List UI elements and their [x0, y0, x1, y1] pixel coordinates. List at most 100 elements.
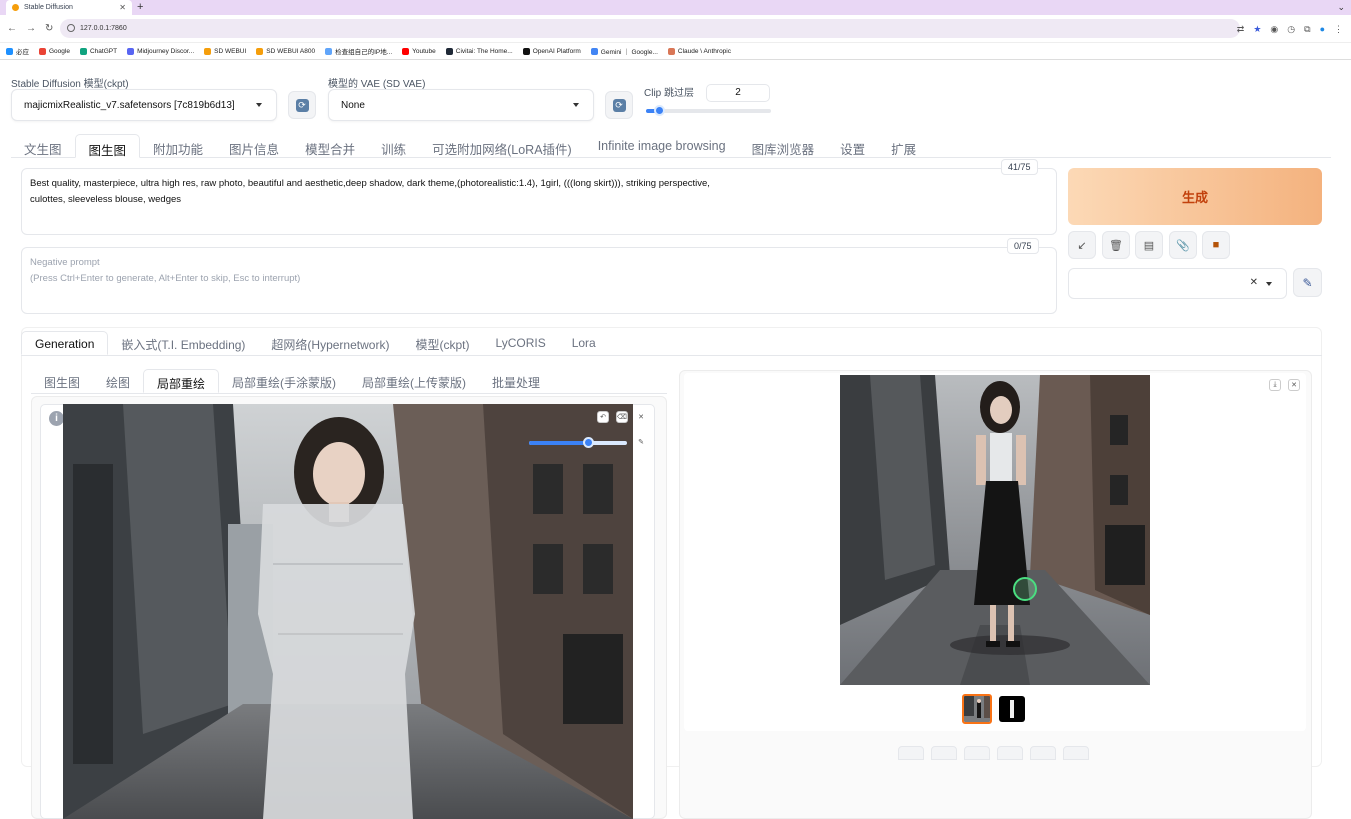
- bookmark[interactable]: SD WEBUI A800: [256, 47, 315, 55]
- tab-lycoris[interactable]: LyCORIS: [482, 331, 558, 355]
- load-style-button[interactable]: ▤: [1135, 231, 1163, 259]
- tab-textual-inversion[interactable]: 嵌入式(T.I. Embedding): [108, 331, 258, 355]
- bookmark[interactable]: Civitai: The Home...: [445, 47, 513, 55]
- tab-checkpoint-merger[interactable]: 模型合并: [292, 134, 368, 158]
- generate-button[interactable]: 生成: [1068, 168, 1322, 225]
- address-bar-row: ← → ↻ 127.0.0.1:7860 ⇄ ★ ◉ ◷ ⧉ ● ⋮: [0, 15, 1351, 43]
- bookmark-icon: [39, 47, 46, 55]
- puzzle-icon[interactable]: ⧉: [1304, 24, 1310, 35]
- info-icon[interactable]: i: [49, 411, 64, 426]
- refresh-ckpt-button[interactable]: ⟳: [288, 91, 316, 119]
- bookmark[interactable]: Google: [39, 47, 70, 55]
- url-field[interactable]: 127.0.0.1:7860: [60, 19, 1240, 38]
- tab-inpaint-sketch[interactable]: 局部重绘(手涂蒙版): [219, 369, 349, 393]
- menu-icon[interactable]: ⋮: [1334, 24, 1343, 35]
- img2img-tabs: 图生图 绘图 局部重绘 局部重绘(手涂蒙版) 局部重绘(上传蒙版) 批量处理: [31, 369, 667, 394]
- ckpt-dropdown[interactable]: majicmixRealistic_v7.safetensors [7c819b…: [11, 89, 277, 121]
- gallery-thumbnail-mask[interactable]: [999, 696, 1025, 722]
- download-icon[interactable]: ⤓: [1269, 379, 1281, 391]
- tab-extensions[interactable]: 扩展: [878, 134, 929, 158]
- bookmark[interactable]: 检查组自己的IP地...: [325, 46, 392, 56]
- bookmark[interactable]: ChatGPT: [79, 47, 117, 55]
- tab-settings[interactable]: 设置: [827, 134, 878, 158]
- bookmark[interactable]: SD WEBUI: [204, 47, 246, 55]
- clear-icon[interactable]: ✕: [1250, 277, 1258, 288]
- bookmark[interactable]: OpenAI Platform: [522, 47, 581, 55]
- tab-checkpoints[interactable]: 模型(ckpt): [402, 331, 482, 355]
- tab-additional-networks[interactable]: 可选附加网络(LoRA插件): [419, 134, 585, 158]
- negative-prompt-textarea[interactable]: Negative prompt (Press Ctrl+Enter to gen…: [21, 247, 1057, 314]
- read-params-button[interactable]: ↙: [1068, 231, 1096, 259]
- clip-slider-track[interactable]: [646, 109, 771, 113]
- save-style-button[interactable]: ■: [1202, 231, 1230, 259]
- clip-number-input[interactable]: 2: [706, 84, 770, 102]
- styles-dropdown[interactable]: ✕: [1068, 268, 1287, 299]
- edit-style-button[interactable]: ✎: [1293, 268, 1322, 297]
- send-to-img2img-button[interactable]: [997, 746, 1023, 760]
- tab-generation[interactable]: Generation: [21, 331, 109, 355]
- tab-txt2img[interactable]: 文生图: [11, 134, 75, 158]
- prompt-line-1: Best quality, masterpiece, ultra high re…: [30, 178, 710, 189]
- clip-slider-handle[interactable]: [653, 105, 665, 116]
- profile-icon[interactable]: ●: [1320, 24, 1325, 35]
- bookmark-icon: [325, 47, 333, 55]
- output-image[interactable]: [840, 375, 1150, 685]
- ckpt-label: Stable Diffusion 模型(ckpt): [11, 79, 129, 90]
- ckpt-value: majicmixRealistic_v7.safetensors [7c819b…: [24, 99, 235, 111]
- chevron-down-icon: [573, 103, 579, 107]
- translate-icon[interactable]: ⇄: [1237, 24, 1245, 35]
- browser-tab[interactable]: Stable Diffusion ✕: [6, 0, 132, 15]
- inpaint-source-image[interactable]: [63, 404, 633, 819]
- tab-extras[interactable]: 附加功能: [140, 134, 216, 158]
- prompt-token-counter: 41/75: [1001, 159, 1038, 175]
- extension-icon[interactable]: ◉: [1270, 24, 1278, 35]
- bookmark[interactable]: Midjourney Discor...: [127, 47, 194, 55]
- tab-inpaint[interactable]: 局部重绘: [143, 369, 220, 393]
- forward-icon[interactable]: →: [26, 23, 36, 34]
- tab-sketch[interactable]: 绘图: [93, 369, 143, 393]
- new-tab-icon[interactable]: +: [137, 1, 143, 13]
- save-button[interactable]: [931, 746, 957, 760]
- tab-img2img-sub[interactable]: 图生图: [31, 369, 93, 393]
- tab-image-browser[interactable]: 图库浏览器: [739, 134, 828, 158]
- undo-icon[interactable]: ↶: [597, 411, 609, 423]
- bookmarks-bar: 必应 Google ChatGPT Midjourney Discor... S…: [0, 43, 1351, 60]
- gallery-thumbnail-selected[interactable]: [962, 694, 992, 724]
- eraser-icon[interactable]: ⌫: [616, 411, 628, 423]
- refresh-vae-button[interactable]: ⟳: [605, 91, 633, 119]
- close-tab-icon[interactable]: ✕: [119, 3, 126, 12]
- bookmark[interactable]: Claude \ Anthropic: [667, 47, 731, 55]
- brush-icon[interactable]: ✎: [635, 436, 647, 448]
- tab-lora[interactable]: Lora: [559, 331, 609, 355]
- history-icon[interactable]: ◷: [1287, 24, 1295, 35]
- brush-size-handle[interactable]: [582, 437, 594, 448]
- close-icon[interactable]: ✕: [1288, 379, 1300, 391]
- send-to-extras-button[interactable]: [1063, 746, 1089, 760]
- tab-hypernetwork[interactable]: 超网络(Hypernetwork): [258, 331, 402, 355]
- vae-dropdown[interactable]: None: [328, 89, 594, 121]
- tab-png-info[interactable]: 图片信息: [216, 134, 292, 158]
- zip-button[interactable]: [964, 746, 990, 760]
- tab-infinite-image-browsing[interactable]: Infinite image browsing: [585, 134, 739, 158]
- bookmark[interactable]: 必应: [6, 46, 29, 56]
- folder-button[interactable]: [898, 746, 924, 760]
- inpaint-canvas[interactable]: [63, 404, 633, 819]
- site-info-icon[interactable]: [67, 24, 75, 32]
- back-icon[interactable]: ←: [7, 23, 17, 34]
- tab-inpaint-upload[interactable]: 局部重绘(上传蒙版): [349, 369, 479, 393]
- tab-search-icon[interactable]: ⌄: [1337, 2, 1345, 13]
- bookmark-icon: [445, 47, 453, 55]
- tab-img2img[interactable]: 图生图: [74, 134, 141, 158]
- tab-train[interactable]: 训练: [368, 134, 419, 158]
- bookmark[interactable]: Youtube: [402, 47, 436, 55]
- close-icon[interactable]: ✕: [635, 411, 647, 423]
- paperclip-icon: 📎: [1176, 239, 1190, 252]
- attach-button[interactable]: 📎: [1169, 231, 1197, 259]
- send-to-inpaint-button[interactable]: [1030, 746, 1056, 760]
- star-icon[interactable]: ★: [1253, 24, 1261, 35]
- clear-prompt-button[interactable]: 🗑: [1102, 231, 1130, 259]
- reload-icon[interactable]: ↻: [45, 23, 53, 34]
- prompt-textarea[interactable]: Best quality, masterpiece, ultra high re…: [21, 168, 1057, 235]
- bookmark[interactable]: Gemini ｜ Google...: [590, 46, 658, 56]
- tab-batch[interactable]: 批量处理: [479, 369, 553, 393]
